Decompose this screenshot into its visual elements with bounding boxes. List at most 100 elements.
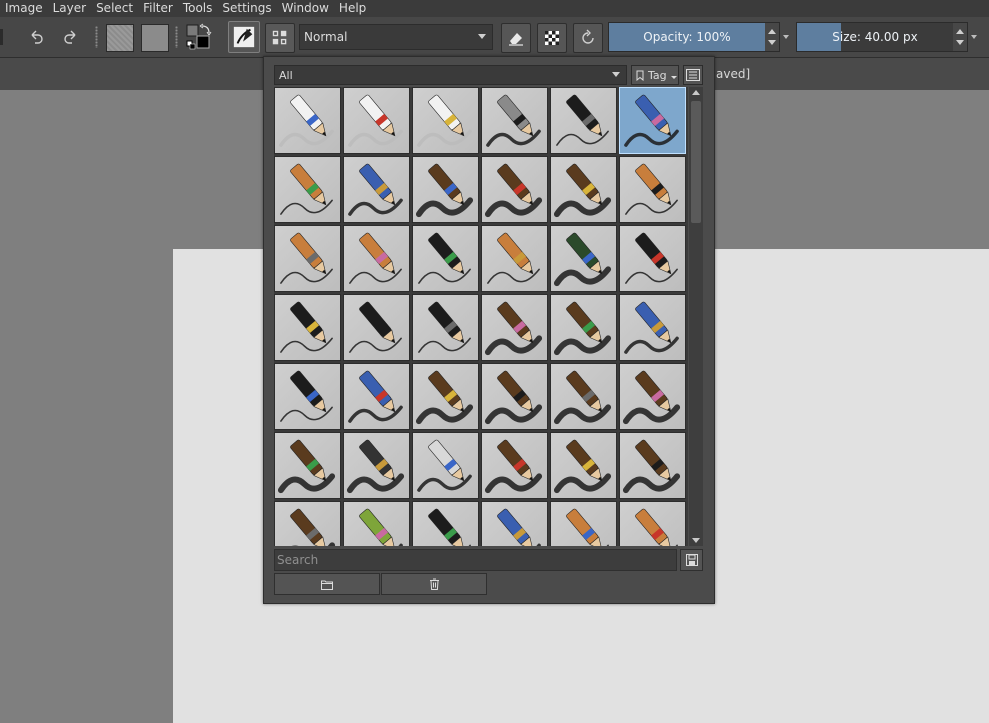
pen-icon bbox=[349, 301, 402, 353]
brush-preset-round-brush[interactable] bbox=[481, 156, 548, 223]
menu-tools[interactable]: Tools bbox=[178, 0, 218, 17]
brush-icon bbox=[553, 439, 612, 494]
scroll-down-icon[interactable] bbox=[692, 538, 700, 543]
brush-icon bbox=[553, 370, 612, 425]
brush-preset-pink-pen[interactable] bbox=[274, 363, 341, 430]
folder-icon bbox=[321, 580, 333, 590]
brush-preset-wide-brush[interactable] bbox=[550, 363, 617, 430]
brush-preset-pencil-dark[interactable] bbox=[274, 225, 341, 292]
eraser-icon bbox=[348, 94, 403, 147]
brush-preset-oil-brush[interactable] bbox=[619, 363, 686, 430]
menu-filter[interactable]: Filter bbox=[138, 0, 178, 17]
opacity-options-arrow[interactable] bbox=[783, 35, 789, 39]
brush-icon bbox=[290, 508, 336, 546]
brush-preset-airbrush-soft[interactable] bbox=[481, 87, 548, 154]
brush-preset-dry-texture[interactable] bbox=[619, 432, 686, 499]
brush-preset-tech-pen[interactable] bbox=[412, 225, 479, 292]
pencil-icon bbox=[487, 232, 540, 284]
gradient-swatch[interactable] bbox=[106, 24, 134, 52]
brush-preset-splatter-brush[interactable] bbox=[550, 432, 617, 499]
toolbar-grip[interactable] bbox=[95, 26, 98, 48]
brush-editor-button[interactable] bbox=[228, 21, 260, 53]
document-tab-title[interactable]: aved] bbox=[716, 67, 750, 81]
brush-preset-blue-pencil[interactable] bbox=[619, 156, 686, 223]
preset-search-input[interactable]: Search bbox=[274, 549, 677, 571]
size-slider[interactable]: Size: 40.00 px bbox=[796, 22, 968, 52]
menu-window[interactable]: Window bbox=[277, 0, 334, 17]
preset-scrollbar[interactable] bbox=[689, 87, 703, 546]
view-mode-button[interactable] bbox=[683, 65, 703, 85]
preserve-alpha-button[interactable] bbox=[537, 23, 567, 53]
menu-layer[interactable]: Layer bbox=[48, 0, 91, 17]
brush-preset-eraser-soft[interactable] bbox=[412, 87, 479, 154]
pattern-swatch[interactable] bbox=[141, 24, 169, 52]
brush-preset-bristle-round[interactable] bbox=[274, 432, 341, 499]
brush-preset-pencil-graphite[interactable] bbox=[481, 225, 548, 292]
brush-preset-calligraphy[interactable] bbox=[343, 294, 410, 361]
blend-mode-select[interactable]: Normal bbox=[299, 24, 493, 50]
spin-up-icon[interactable] bbox=[956, 29, 964, 34]
brush-preset-popup: All Tag Search bbox=[263, 56, 715, 604]
scroll-thumb[interactable] bbox=[691, 101, 701, 223]
opacity-spinner[interactable] bbox=[765, 23, 779, 51]
menu-image[interactable]: Image bbox=[0, 0, 48, 17]
size-options-arrow[interactable] bbox=[971, 35, 977, 39]
brush-preset-ink-nib[interactable] bbox=[274, 294, 341, 361]
spin-down-icon[interactable] bbox=[768, 40, 776, 45]
save-search-button[interactable] bbox=[680, 549, 703, 571]
spin-down-icon[interactable] bbox=[956, 40, 964, 45]
marker-icon bbox=[624, 301, 679, 354]
brush-preset-fan-brush[interactable] bbox=[481, 363, 548, 430]
scroll-up-icon[interactable] bbox=[692, 90, 700, 95]
brush-preset-eraser-marker[interactable] bbox=[343, 87, 410, 154]
brush-presets-button[interactable] bbox=[265, 23, 295, 53]
brush-preset-pencil-wood[interactable] bbox=[343, 225, 410, 292]
brush-preset-yellow-marker[interactable] bbox=[481, 501, 548, 546]
tag-button[interactable]: Tag bbox=[631, 65, 679, 85]
brush-preset-green-crayon[interactable] bbox=[343, 501, 410, 546]
fg-bg-color-button[interactable] bbox=[184, 22, 214, 52]
eraser-icon bbox=[279, 94, 334, 147]
tag-filter-select[interactable]: All bbox=[274, 65, 627, 85]
spin-up-icon[interactable] bbox=[768, 29, 776, 34]
reload-preset-button[interactable] bbox=[573, 23, 603, 53]
toolbar-grip[interactable] bbox=[175, 26, 178, 48]
brush-preset-blue-felt[interactable] bbox=[343, 363, 410, 430]
menu-help[interactable]: Help bbox=[334, 0, 371, 17]
brush-preset-black-pencil[interactable] bbox=[550, 501, 617, 546]
brush-preset-fine-brush[interactable] bbox=[550, 156, 617, 223]
brush-preset-charcoal[interactable] bbox=[550, 225, 617, 292]
brush-preset-ink-pen[interactable] bbox=[550, 87, 617, 154]
menu-settings[interactable]: Settings bbox=[217, 0, 276, 17]
brush-preset-paint-roller[interactable] bbox=[412, 432, 479, 499]
delete-preset-button[interactable] bbox=[381, 573, 487, 595]
brush-preset-eraser-block[interactable] bbox=[274, 87, 341, 154]
brush-preset-gold-pen[interactable] bbox=[412, 501, 479, 546]
marker-icon bbox=[348, 163, 403, 216]
brush-preset-ink-brush[interactable] bbox=[412, 156, 479, 223]
preserve-alpha-icon bbox=[545, 31, 559, 45]
brush-preset-basic-pencil[interactable] bbox=[274, 156, 341, 223]
brush-preset-dry-brush[interactable] bbox=[550, 294, 617, 361]
brush-preset-wet-marker[interactable] bbox=[619, 294, 686, 361]
opacity-slider[interactable]: Opacity: 100% bbox=[608, 22, 780, 52]
brush-preset-fineliner[interactable] bbox=[619, 225, 686, 292]
brush-editor-icon bbox=[233, 26, 255, 48]
undo-button[interactable] bbox=[23, 23, 51, 51]
brush-preset-smudge-blob[interactable] bbox=[343, 432, 410, 499]
size-spinner[interactable] bbox=[953, 23, 967, 51]
redo-button[interactable] bbox=[56, 23, 84, 51]
brush-preset-red-pencil[interactable] bbox=[619, 501, 686, 546]
brush-preset-flat-brush[interactable] bbox=[412, 363, 479, 430]
brush-preset-grey-marker[interactable] bbox=[343, 156, 410, 223]
brush-preset-texture-brush[interactable] bbox=[481, 432, 548, 499]
brush-preset-blue-marker[interactable] bbox=[619, 87, 686, 154]
brush-preset-stripe-brush[interactable] bbox=[274, 501, 341, 546]
import-preset-button[interactable] bbox=[274, 573, 380, 595]
search-placeholder: Search bbox=[277, 553, 319, 567]
brush-preset-sumi-brush[interactable] bbox=[481, 294, 548, 361]
eraser-mode-button[interactable] bbox=[501, 23, 531, 53]
pen-icon bbox=[625, 232, 678, 284]
brush-preset-dip-pen[interactable] bbox=[412, 294, 479, 361]
menu-select[interactable]: Select bbox=[91, 0, 138, 17]
